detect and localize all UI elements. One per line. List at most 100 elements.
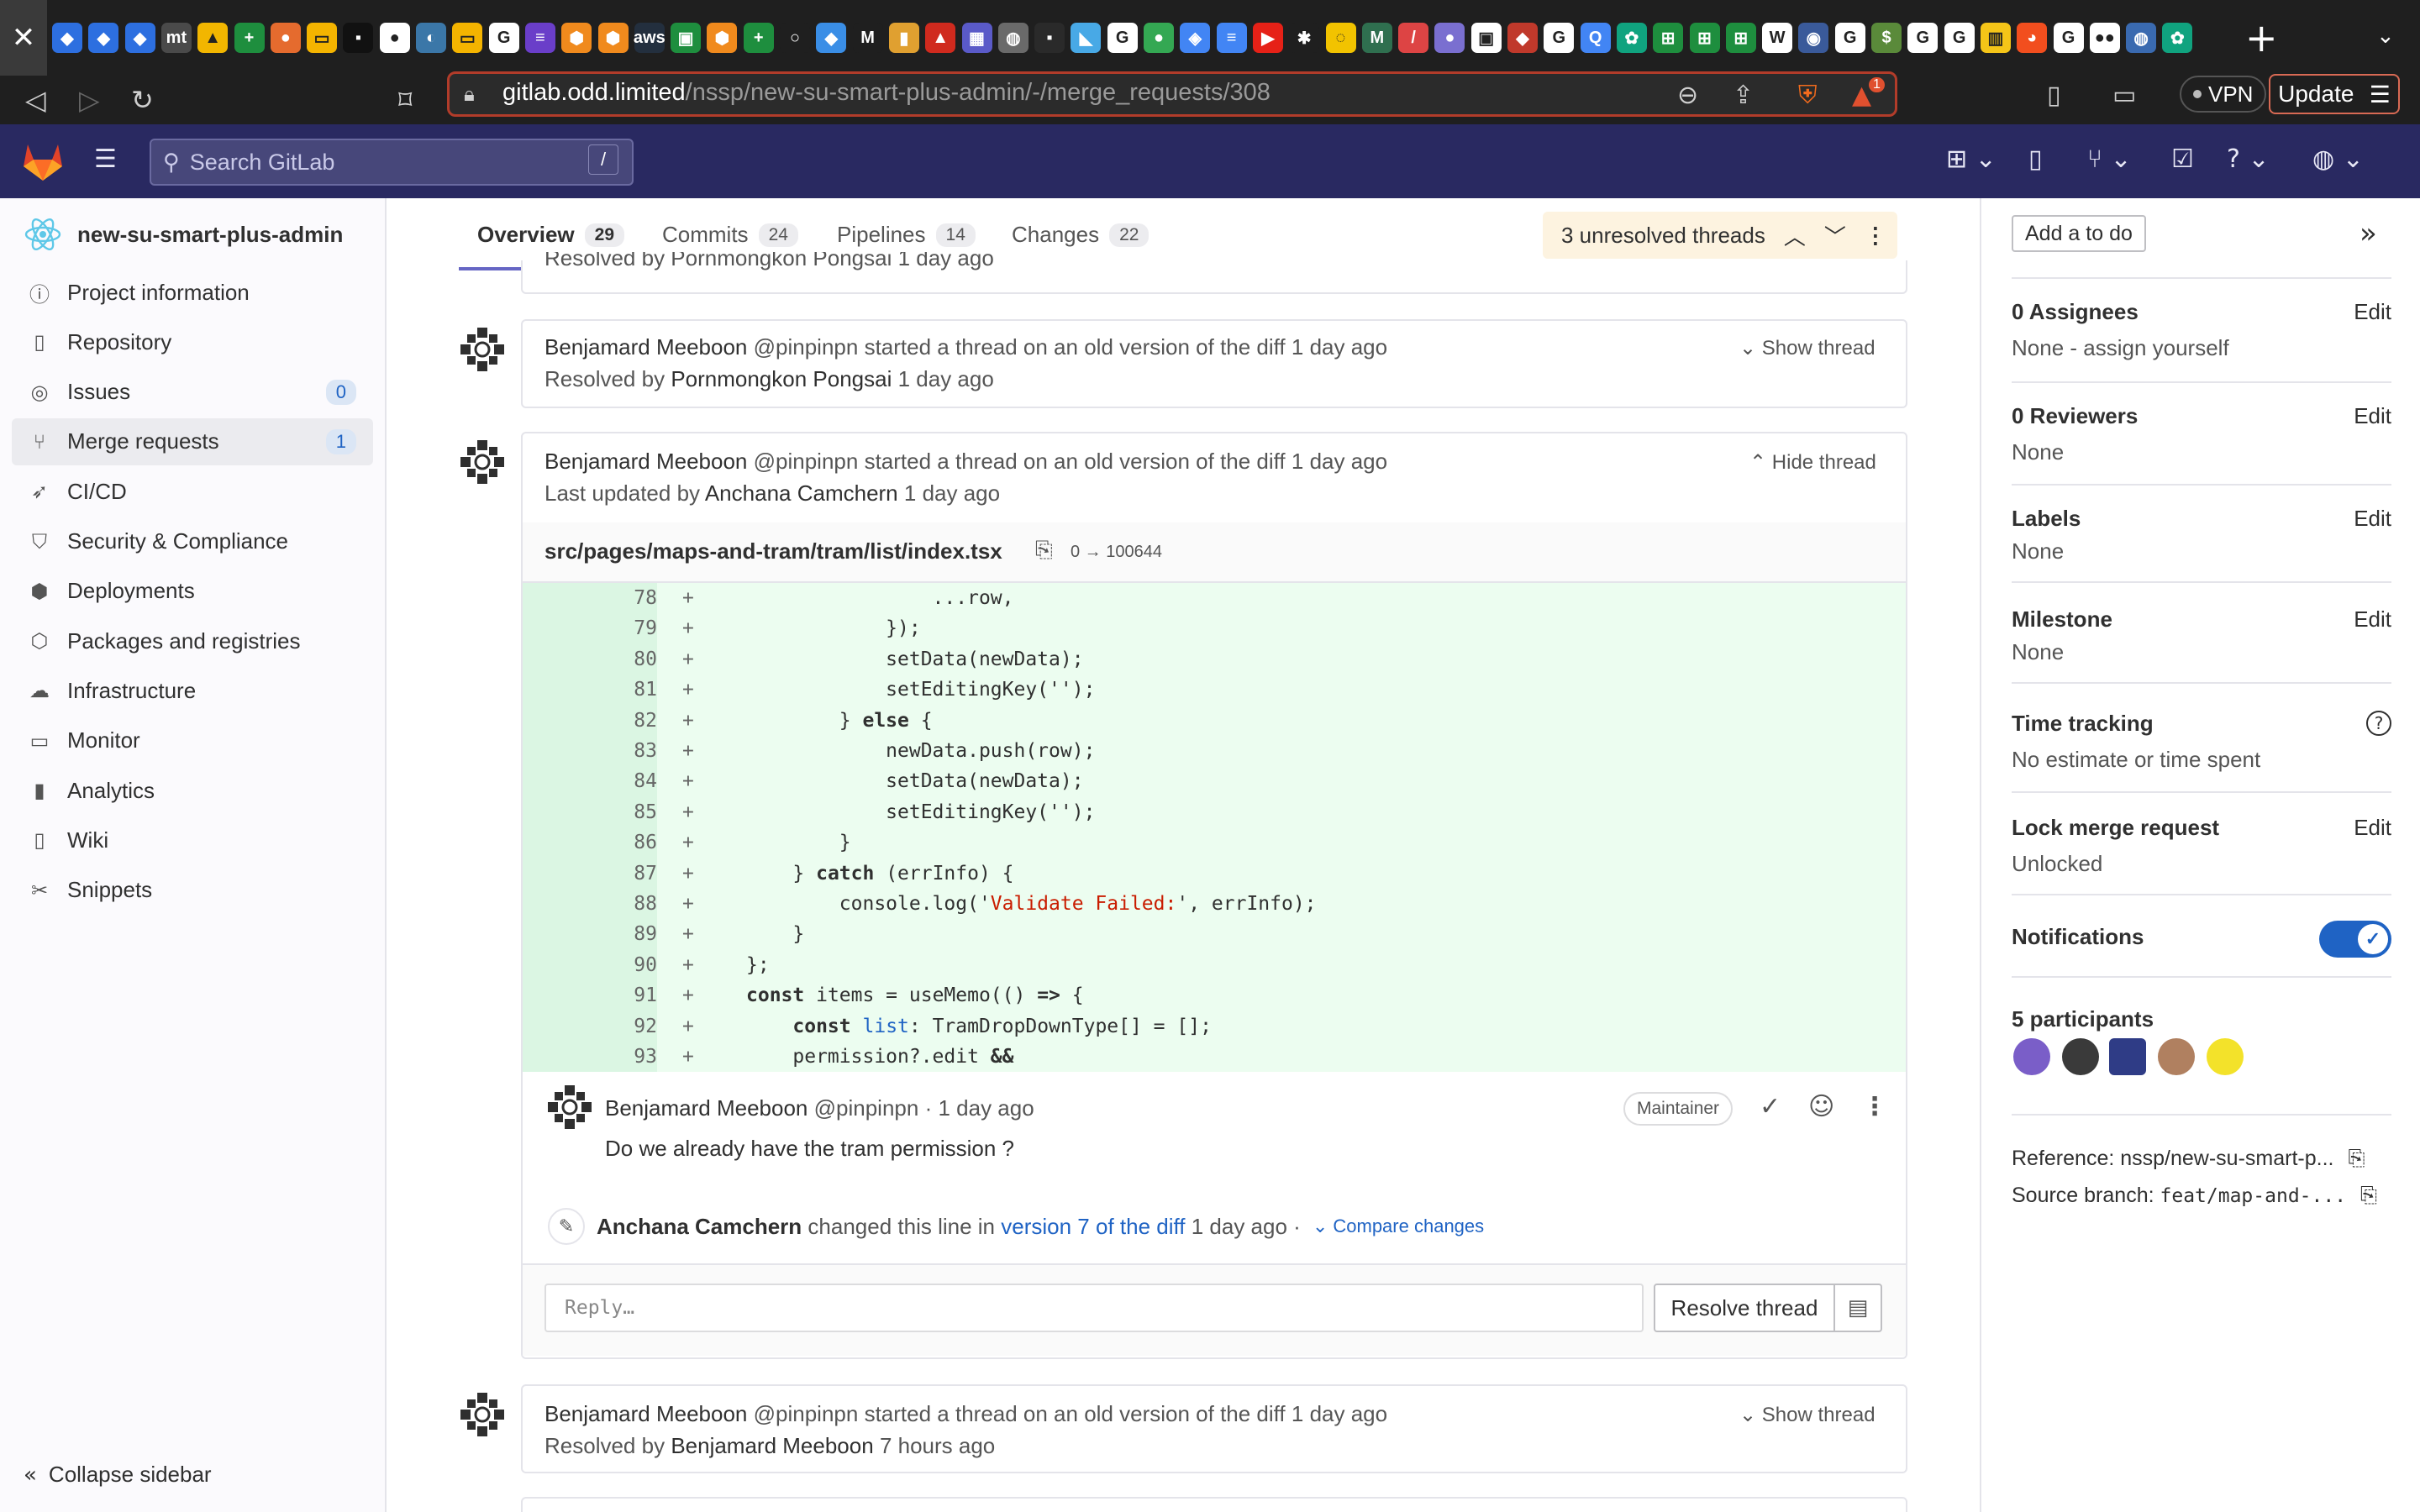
resolve-check-icon[interactable]: ✓ xyxy=(1760,1092,1781,1121)
line-number[interactable]: 89 xyxy=(523,919,657,950)
copy-branch-icon[interactable]: ⎘ xyxy=(2360,1183,2377,1207)
aws-text-icon[interactable]: aws xyxy=(634,23,666,53)
brave-rewards-icon[interactable]: ▲ 1 xyxy=(1852,77,1885,110)
m-logo-icon[interactable]: M xyxy=(1361,23,1392,53)
vpn-button[interactable]: VPN xyxy=(2180,76,2267,113)
collapse-sidebar-button[interactable]: « Collapse sidebar xyxy=(24,1462,212,1488)
globe-icon[interactable]: ◍ xyxy=(997,23,1028,53)
collapse-right-sidebar-icon[interactable]: » xyxy=(2360,217,2377,250)
jira-icon[interactable]: ◆ xyxy=(88,23,119,53)
github-icon[interactable]: ● xyxy=(379,23,410,53)
gitlab-logo-icon[interactable] xyxy=(22,143,64,186)
sidebar-item-analytics[interactable]: ▮ Analytics xyxy=(12,767,373,814)
edit-lock-button[interactable]: Edit xyxy=(2354,815,2391,841)
tab-changes[interactable]: Changes 22 xyxy=(1012,222,1150,248)
copy-file-path-icon[interactable]: ⎘ xyxy=(1035,538,1053,564)
create-issue-icon[interactable]: ▤ xyxy=(1833,1284,1882,1332)
chevron-up-icon[interactable]: ︿ xyxy=(1784,220,1806,251)
notifications-toggle[interactable]: ✓ xyxy=(2319,921,2391,958)
aws-icon[interactable]: ⬢ xyxy=(707,23,738,53)
author-name[interactable]: Benjamard Meeboon xyxy=(544,449,747,474)
jira-icon[interactable]: ◆ xyxy=(124,23,155,53)
status-user[interactable]: Benjamard Meeboon xyxy=(671,1433,873,1458)
google-icon[interactable]: G xyxy=(1944,23,1975,53)
issues-nav-icon[interactable]: ▯ xyxy=(2028,144,2043,174)
sidebar-item-snippets[interactable]: ✂ Snippets xyxy=(12,867,373,914)
google-icon[interactable]: G xyxy=(1544,23,1575,53)
user-avatar[interactable] xyxy=(459,1391,506,1438)
user-avatar[interactable] xyxy=(546,1084,593,1131)
docs-icon[interactable]: ≡ xyxy=(1216,23,1247,53)
zoom-icon[interactable]: ⊖ xyxy=(1677,81,1698,110)
line-number[interactable]: 86 xyxy=(523,827,657,858)
hide-thread-button[interactable]: ⌃ Hide thread xyxy=(1749,450,1876,475)
back-button[interactable]: ◁ xyxy=(25,76,46,124)
openai-icon[interactable]: ✿ xyxy=(2162,23,2193,53)
line-number[interactable]: 79 xyxy=(523,613,657,644)
slash-icon[interactable]: / xyxy=(1398,23,1429,53)
line-number[interactable]: 81 xyxy=(523,675,657,706)
new-tab-button[interactable]: + xyxy=(2245,15,2278,60)
participant-avatar[interactable] xyxy=(2062,1038,2099,1075)
note-time[interactable]: · 1 day ago xyxy=(925,1095,1034,1121)
jira-icon[interactable]: ◆ xyxy=(52,23,82,53)
square-logo-icon[interactable]: ▣ xyxy=(1470,23,1502,53)
sidebar-item-wiki[interactable]: ▯ Wiki xyxy=(12,816,373,864)
vscode-icon[interactable]: ◆ xyxy=(816,23,847,53)
google-icon[interactable]: G xyxy=(2053,23,2084,53)
user-avatar[interactable] xyxy=(459,326,506,373)
forward-button[interactable]: ▷ xyxy=(79,76,100,124)
terminal-icon[interactable]: ▪ xyxy=(343,23,374,53)
chevron-down-icon[interactable]: ﹀ xyxy=(1824,220,1846,251)
tab-commits[interactable]: Commits 24 xyxy=(662,222,798,248)
sidebar-item-issues[interactable]: ◎ Issues 0 xyxy=(12,369,373,416)
diff-version-link[interactable]: version 7 of the diff xyxy=(1001,1214,1185,1239)
status-user[interactable]: Anchana Camchern xyxy=(705,480,898,506)
square-icon[interactable]: ▪ xyxy=(1034,23,1065,53)
aws-icon[interactable]: ⬢ xyxy=(597,23,629,53)
dark-icon[interactable]: ✱ xyxy=(1289,23,1320,53)
tab-list-chevron-icon[interactable]: ⌄ xyxy=(2376,24,2395,49)
sheets-icon[interactable]: ⊞ xyxy=(1725,23,1756,53)
project-header[interactable]: new-su-smart-plus-admin xyxy=(24,215,343,254)
maps-pin-icon[interactable]: ● xyxy=(1144,23,1174,53)
active-tab-close-button[interactable]: ✕ xyxy=(0,0,47,76)
kebab-menu-icon[interactable]: ⋮ xyxy=(1865,223,1886,249)
bookmark-icon[interactable]: ⌑ xyxy=(398,76,412,124)
participant-avatar[interactable] xyxy=(2013,1038,2050,1075)
line-number[interactable]: 90 xyxy=(523,949,657,981)
show-thread-button[interactable]: ⌄ Show thread xyxy=(1739,336,1876,360)
sidebar-item-ci-cd[interactable]: ➶ CI/CD xyxy=(12,468,373,515)
mango-icon[interactable]: ● xyxy=(270,23,301,53)
figma-icon[interactable]: ◕ xyxy=(2017,23,2048,53)
sidebar-item-repository[interactable]: ▯ Repository xyxy=(12,318,373,365)
mt-icon[interactable]: mt xyxy=(160,23,192,53)
forms-icon[interactable]: ≡ xyxy=(524,23,555,53)
imdb-icon[interactable]: ▥ xyxy=(1980,23,2011,53)
tab-overview[interactable]: Overview 29 xyxy=(477,222,624,248)
hamburger-menu-icon[interactable]: ☰ xyxy=(94,144,117,174)
sidebar-item-project-information[interactable]: ⓘ Project information xyxy=(12,269,373,316)
reply-input[interactable]: Reply… xyxy=(544,1284,1644,1332)
flutter-icon[interactable]: ◣ xyxy=(1071,23,1102,53)
status-user[interactable]: Pornmongkon Pongsai xyxy=(671,366,892,391)
loader-icon[interactable]: ◌ xyxy=(1325,23,1356,53)
line-number[interactable]: 83 xyxy=(523,736,657,767)
assign-yourself-link[interactable]: None - assign yourself xyxy=(2012,335,2391,361)
url-text[interactable]: gitlab.odd.limited/nssp/new-su-smart-plu… xyxy=(502,79,1270,107)
user-avatar-menu[interactable]: ◍ ⌄ xyxy=(2312,144,2364,174)
share-icon[interactable]: ⇪ xyxy=(1733,81,1754,110)
todos-nav-icon[interactable]: ☑ xyxy=(2171,144,2194,174)
user-avatar[interactable] xyxy=(459,438,506,486)
sheets-icon[interactable]: ⊞ xyxy=(1653,23,1684,53)
sidebar-item-merge-requests[interactable]: ⑂ Merge requests 1 xyxy=(12,417,373,465)
author-name[interactable]: Benjamard Meeboon xyxy=(544,334,747,360)
bottle-icon[interactable]: ▮ xyxy=(888,23,919,53)
line-number[interactable]: 91 xyxy=(523,980,657,1011)
youtube-icon[interactable]: ▶ xyxy=(1252,23,1283,53)
edit-reviewers-button[interactable]: Edit xyxy=(2354,403,2391,429)
lock-icon[interactable]: 🔒︎ xyxy=(464,82,475,106)
note-author[interactable]: Benjamard Meeboon xyxy=(605,1095,808,1121)
line-number[interactable]: 87 xyxy=(523,858,657,889)
line-number[interactable]: 80 xyxy=(523,643,657,675)
